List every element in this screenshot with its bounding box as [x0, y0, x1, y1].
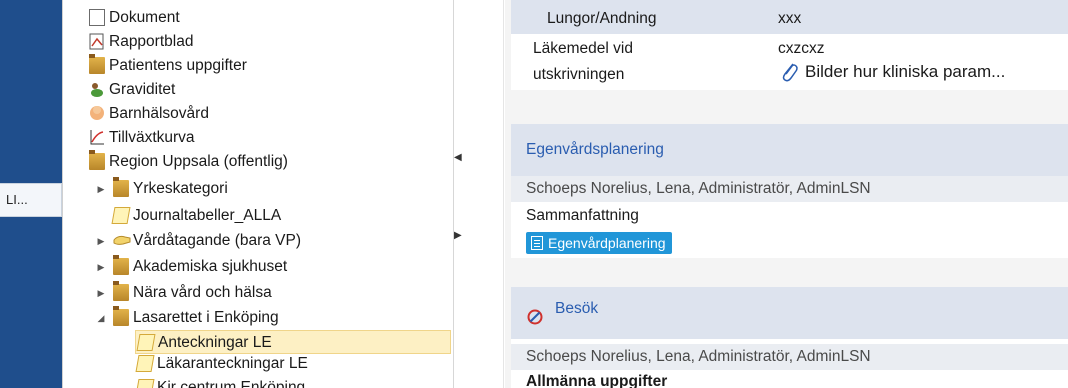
folder-icon [113, 177, 129, 197]
tree-item-label: Yrkeskategori [133, 180, 228, 197]
tree-item-label: Region Uppsala (offentlig) [109, 153, 288, 170]
besok-author: Schoeps Norelius, Lena, Administratör, A… [511, 344, 1068, 370]
document-icon [89, 9, 105, 26]
tree-item-label: Tillväxtkurva [109, 129, 195, 146]
tree-item-label: Graviditet [109, 81, 176, 98]
pregnancy-icon [89, 81, 105, 98]
collapse-arrow-icon[interactable]: ◢ [95, 306, 107, 330]
journal-icon [135, 379, 155, 388]
tree-item-label: Kir centrum Enköping [157, 379, 306, 388]
tree-item-label: Läkaranteckningar LE [157, 355, 308, 372]
attachment-link[interactable]: Bilder hur kliniska param... [805, 62, 1005, 82]
field-label: Lungor/Andning [547, 10, 657, 27]
journal-content: Lungor/Andning xxx Läkemedel vid cxzcxz … [505, 0, 1068, 388]
hand-icon [113, 232, 131, 249]
tree-item-label: Nära vård och hälsa [133, 284, 272, 301]
journal-icon [135, 355, 155, 372]
egenvardsplanering-card: Egenvårdsplanering Schoeps Norelius, Len… [511, 124, 1068, 258]
left-nav-strip: LI... [0, 0, 62, 388]
tree-item-label: Journaltabeller_ALLA [133, 207, 282, 224]
expand-arrow-icon[interactable]: ▶ [95, 177, 107, 201]
folder-icon [113, 306, 129, 326]
tree-item-label: Akademiska sjukhuset [133, 258, 288, 275]
egenvardplanering-button[interactable]: Egenvårdplanering [526, 232, 672, 254]
allmanna-uppgifter-label: Allmänna uppgifter [526, 373, 668, 388]
besok-card: Besök Schoeps Norelius, Lena, Administra… [511, 287, 1068, 388]
folder-icon [113, 255, 129, 275]
folder-icon [113, 281, 129, 301]
folder-icon [89, 150, 105, 170]
field-value: cxzcxz [778, 40, 825, 57]
tree-item-label: Rapportblad [109, 33, 194, 50]
tree-item-label: Vårdåtagande (bara VP) [133, 232, 302, 249]
egenvard-title: Egenvårdsplanering [526, 141, 664, 158]
field-value: xxx [778, 10, 802, 27]
tree-item-label: Barnhälsovård [109, 105, 209, 122]
expand-arrow-icon[interactable]: ▶ [95, 229, 107, 253]
collapse-left-arrow-icon[interactable]: ◀ [454, 152, 462, 163]
folder-icon [89, 54, 105, 74]
left-strip-item[interactable]: LI... [0, 183, 62, 217]
tree-item-anteckningar-le[interactable]: Anteckningar LE [135, 330, 451, 354]
field-label: utskrivningen [533, 66, 625, 83]
egenvardplanering-button-label: Egenvårdplanering [548, 235, 666, 251]
list-document-icon [531, 236, 543, 250]
tree-panel: Dokument Rapportblad Patientens uppgifte… [62, 0, 454, 388]
expand-right-arrow-icon[interactable]: ▶ [454, 230, 462, 241]
journal-icon [136, 334, 156, 351]
egenvard-author: Schoeps Norelius, Lena, Administratör, A… [511, 176, 1068, 202]
report-sheet-icon [89, 33, 105, 50]
tree-item-label: Patientens uppgifter [109, 57, 247, 74]
paperclip-icon[interactable] [779, 60, 799, 84]
summary-label: Sammanfattning [526, 207, 639, 224]
expand-arrow-icon[interactable]: ▶ [95, 255, 107, 279]
tree-item-label: Dokument [109, 9, 180, 26]
panel-splitter[interactable]: ◀ ▶ [454, 0, 504, 388]
field-label: Läkemedel vid [533, 40, 633, 57]
egenvard-header-band: Egenvårdsplanering [511, 124, 1068, 176]
child-health-icon [89, 105, 105, 122]
expand-arrow-icon[interactable]: ▶ [95, 281, 107, 305]
no-entry-icon [527, 309, 543, 325]
tree-item-label: Lasarettet i Enköping [133, 309, 279, 326]
top-note-card: Lungor/Andning xxx Läkemedel vid cxzcxz … [511, 0, 1068, 90]
besok-title: Besök [555, 300, 599, 317]
growth-chart-icon [89, 129, 105, 146]
journal-icon [111, 207, 131, 224]
besok-header-band: Besök [511, 287, 1068, 339]
